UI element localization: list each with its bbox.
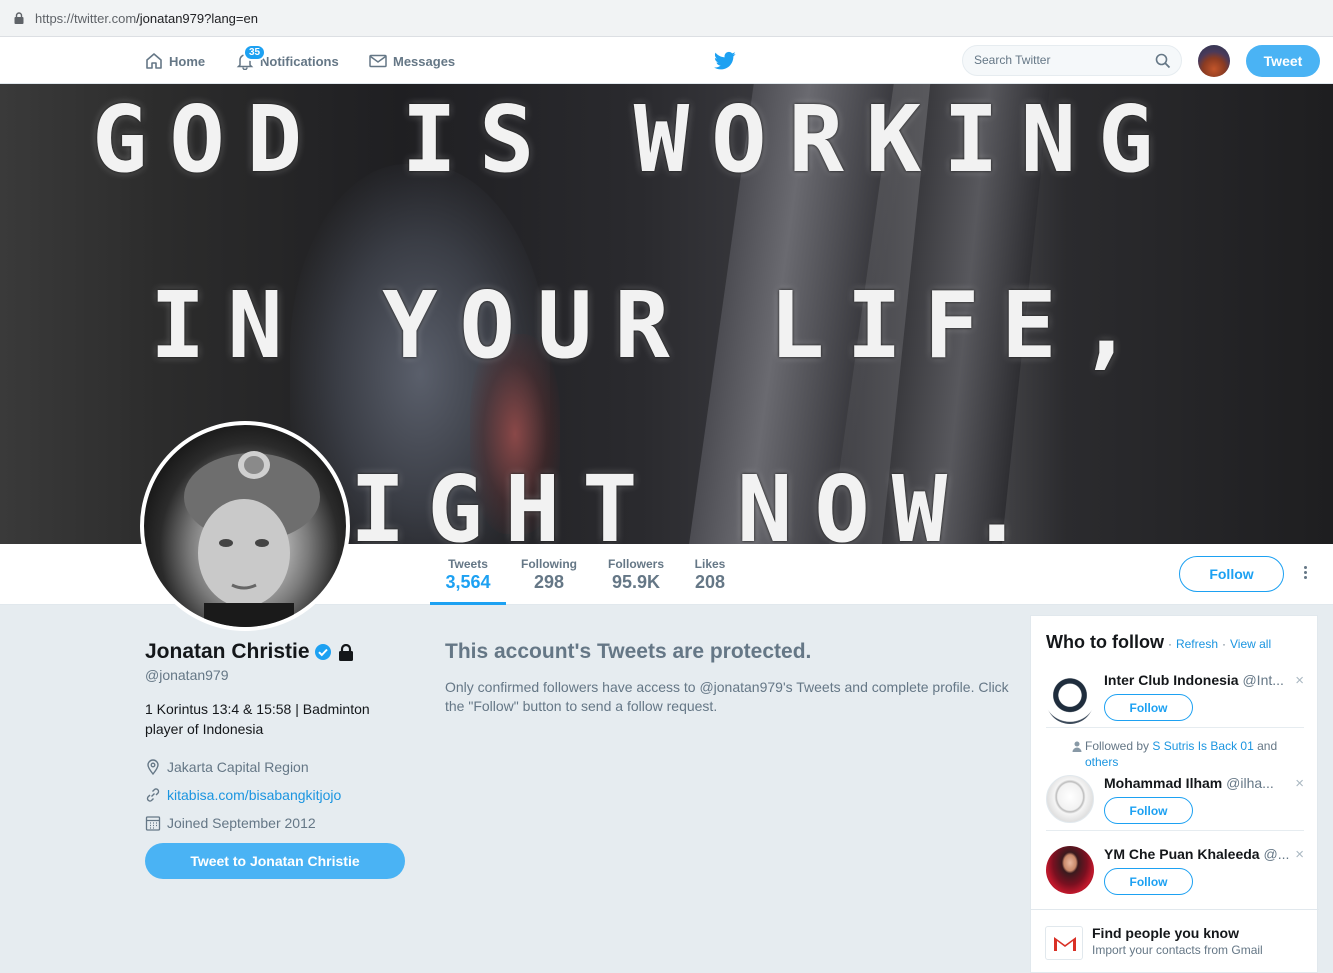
protected-notice: This account's Tweets are protected. Onl… [445,640,1015,716]
nav-home-label: Home [169,53,206,69]
stat-following-value: 298 [533,572,565,592]
protected-title: This account's Tweets are protected. [445,640,812,663]
profile-handle[interactable]: @jonatan979 [145,667,405,683]
protected-lock-icon [338,643,353,661]
nav-messages-label: Messages [393,53,456,69]
stat-tweets-value: 3,564 [445,572,491,592]
suggestion-avatar[interactable] [1046,676,1094,724]
find-people-title[interactable]: Find people you know [1092,925,1239,941]
stat-tweets-label: Tweets [448,557,488,571]
suggestion-item[interactable]: Inter Club Indonesia @Int... × Follow [1046,672,1304,728]
view-all-link[interactable]: View all [1230,637,1271,651]
suggestion-name[interactable]: Mohammad Ilham @ilha... [1104,775,1274,791]
nav-notifications-label: Notifications [260,53,339,69]
tweet-button[interactable]: Tweet [1246,45,1320,77]
stat-followers[interactable]: Followers 95.9K [604,557,668,593]
profile-website[interactable]: kitabisa.com/bisabangkitjojo [145,781,405,809]
profile-joined-text: Joined September 2012 [167,815,316,831]
dismiss-suggestion-icon[interactable]: × [1295,775,1304,792]
search-icon[interactable] [1155,53,1171,69]
followed-by-others-link[interactable]: others [1085,755,1118,769]
top-navigation: Home 35 Notifications Messages Tweet [0,37,1333,84]
profile-photo [184,451,320,627]
follow-button[interactable]: Follow [1179,556,1284,592]
profile-name-text: Jonatan Christie [145,640,310,663]
gmail-icon [1045,926,1083,960]
stat-likes[interactable]: Likes 208 [690,557,730,593]
stat-following-label: Following [521,557,577,571]
more-options-icon[interactable] [1299,566,1311,584]
suggestion-item[interactable]: YM Che Puan Khaleeda @... × Follow [1046,846,1304,902]
calendar-icon [145,816,161,831]
suggestion-follow-button[interactable]: Follow [1104,868,1193,895]
refresh-link[interactable]: Refresh [1176,637,1218,651]
person-icon [1072,741,1082,752]
stat-likes-value: 208 [694,572,726,592]
profile-website-link[interactable]: kitabisa.com/bisabangkitjojo [167,787,341,803]
nav-home[interactable]: Home [145,50,205,72]
search-box[interactable] [962,45,1182,76]
who-to-follow-panel: Who to follow · Refresh · View all Inter… [1030,615,1319,973]
followed-by-context: Followed by S Sutris Is Back 01 and othe… [1072,738,1295,770]
verified-badge-icon [314,644,331,660]
lock-icon [14,12,24,24]
suggestion-avatar[interactable] [1046,775,1094,823]
profile-fullname: Jonatan Christie [145,640,405,664]
twitter-bird-logo-icon[interactable] [714,51,736,71]
profile-info: Jonatan Christie @jonatan979 1 Korintus … [145,640,405,837]
profile-location-text: Jakarta Capital Region [167,759,309,775]
find-people-subtitle: Import your contacts from Gmail [1092,943,1263,957]
url-text[interactable]: https://twitter.com/jonatan979?lang=en [35,11,258,26]
profile-joined: Joined September 2012 [145,809,405,837]
profile-location: Jakarta Capital Region [145,753,405,781]
suggestion-item[interactable]: Mohammad Ilham @ilha... × Follow [1046,775,1304,831]
who-to-follow-title: Who to follow [1046,632,1164,652]
banner-text-line-3: IGHT NOW. [350,456,1047,544]
envelope-icon [369,54,387,68]
stat-followers-value: 95.9K [611,572,661,592]
stat-following[interactable]: Following 298 [515,557,583,593]
find-people-gmail[interactable]: Find people you know Import your contact… [1031,909,1319,971]
tweet-to-user-button[interactable]: Tweet to Jonatan Christie [145,843,405,879]
stat-followers-label: Followers [607,557,664,571]
location-pin-icon [147,759,159,775]
search-input[interactable] [974,53,1144,67]
banner-text-line-1: GOD IS WORKING [92,86,1176,193]
nav-notifications[interactable]: 35 Notifications [236,44,339,72]
profile-avatar[interactable] [140,421,350,631]
banner-text-line-2: IN YOUR LIFE, [150,272,1157,379]
suggestion-follow-button[interactable]: Follow [1104,694,1193,721]
suggestion-name[interactable]: YM Che Puan Khaleeda @... [1104,846,1289,862]
link-icon [146,788,160,802]
suggestion-follow-button[interactable]: Follow [1104,797,1193,824]
dismiss-suggestion-icon[interactable]: × [1295,672,1304,689]
stat-tweets[interactable]: Tweets 3,564 [430,557,506,605]
home-icon [146,53,162,69]
nav-messages[interactable]: Messages [369,50,455,72]
protected-body: Only confirmed followers have access to … [445,679,1009,714]
suggestion-name[interactable]: Inter Club Indonesia @Int... [1104,672,1284,688]
profile-bio: 1 Korintus 13:4 & 15:58 | Badminton play… [145,701,370,737]
stat-likes-label: Likes [694,557,726,571]
account-avatar[interactable] [1198,45,1230,77]
dismiss-suggestion-icon[interactable]: × [1295,846,1304,863]
browser-address-bar[interactable]: https://twitter.com/jonatan979?lang=en [0,0,1333,37]
suggestion-avatar[interactable] [1046,846,1094,894]
notifications-count-badge: 35 [243,44,267,61]
followed-by-user-link[interactable]: S Sutris Is Back 01 [1152,739,1253,753]
